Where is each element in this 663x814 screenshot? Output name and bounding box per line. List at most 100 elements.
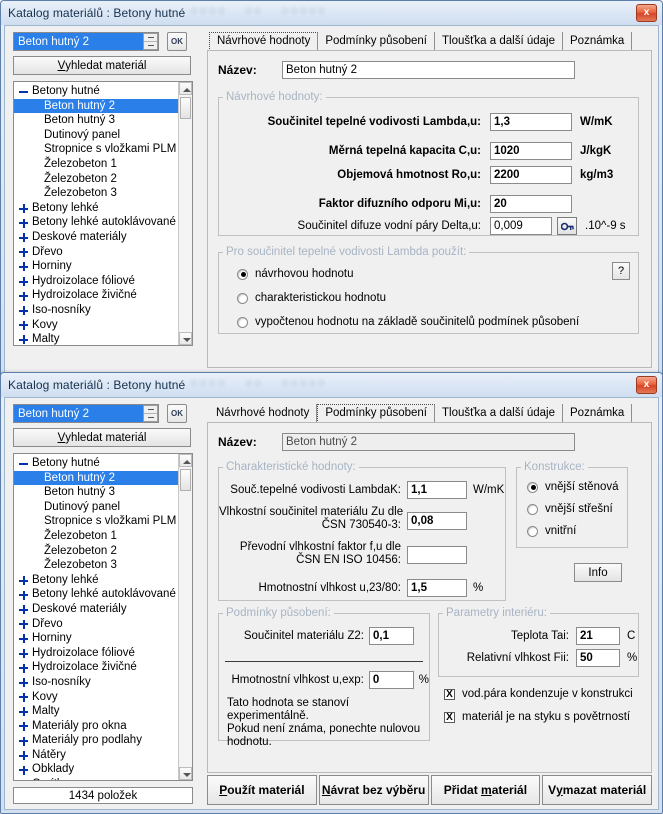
input-zu[interactable]: 0,08: [407, 512, 467, 530]
tree-item[interactable]: Beton hutný 2: [14, 470, 178, 486]
tree-item[interactable]: Dřevo: [14, 245, 178, 260]
plus-icon[interactable]: [18, 677, 29, 688]
radio-characteristic-value[interactable]: charakteristickou hodnotu: [237, 292, 386, 304]
tree-item[interactable]: Obklady: [14, 762, 178, 777]
plus-icon[interactable]: [18, 261, 29, 272]
tree-item[interactable]: Betony lehké autoklávované: [14, 587, 178, 602]
plus-icon[interactable]: [18, 618, 29, 629]
tree-item[interactable]: Hydroizolace fóliové: [14, 646, 178, 661]
tab-tlou-ka-a-dal-daje[interactable]: Tloušťka a další údaje: [435, 404, 563, 423]
tree-item[interactable]: Deskové materiály: [14, 602, 178, 617]
tree-item[interactable]: Beton hutný 3: [14, 113, 178, 128]
tree-item[interactable]: Hydroizolace fóliové: [14, 274, 178, 289]
key-icon[interactable]: [557, 217, 577, 235]
plus-icon[interactable]: [18, 648, 29, 659]
tree-item[interactable]: Iso-nosníky: [14, 303, 178, 318]
close-button-window2[interactable]: x: [636, 376, 657, 394]
material-tree-window2[interactable]: Betony hutné Beton hutný 2 Beton hutný 3 Du…: [13, 453, 193, 781]
material-combo-window1[interactable]: Beton hutný 2: [13, 32, 159, 51]
tree-item[interactable]: Železobeton 2: [14, 544, 178, 559]
input-fii[interactable]: 50: [576, 649, 620, 667]
plus-icon[interactable]: [18, 319, 29, 330]
material-tree-window1[interactable]: Betony hutné Beton hutný 2 Beton hutný 3 Du…: [13, 81, 193, 346]
radio-exterior-roof[interactable]: vnější střešní: [527, 503, 613, 515]
input-u2380[interactable]: 1,5: [407, 579, 467, 597]
tree-item[interactable]: Horniny: [14, 259, 178, 274]
spinner-up-down-icon-window1[interactable]: [143, 33, 158, 50]
tree-item[interactable]: Omítky: [14, 777, 178, 780]
tree-item[interactable]: Beton hutný 2: [14, 98, 178, 114]
name-input-window2[interactable]: Beton hutný 2: [282, 433, 575, 451]
plus-icon[interactable]: [18, 276, 29, 287]
plus-icon[interactable]: [18, 246, 29, 257]
plus-icon[interactable]: [18, 604, 29, 615]
ok-button-window2[interactable]: OK: [167, 404, 187, 423]
plus-icon[interactable]: [18, 232, 29, 243]
tab-podm-nky-p-soben[interactable]: Podmínky působení: [317, 404, 435, 423]
tab-pozn-mka[interactable]: Poznámka: [563, 32, 633, 51]
radio-exterior-wall[interactable]: vnější stěnová: [527, 481, 619, 493]
tree-item[interactable]: Hydroizolace živičné: [14, 288, 178, 303]
radio-design-value[interactable]: návrhovou hodnotu: [237, 268, 353, 280]
input-delta-u[interactable]: 0,009: [490, 217, 552, 235]
spinner-up-down-icon-window2[interactable]: [143, 405, 158, 422]
scroll-down-arrow-icon-window1[interactable]: [179, 332, 192, 345]
titlebar-window2[interactable]: Katalog materiálů : Betony hutné oooo oo…: [1, 373, 662, 397]
radio-computed-value[interactable]: vypočtenou hodnotu na základě součinitel…: [237, 316, 579, 328]
scroll-down-arrow-icon-window2[interactable]: [179, 767, 192, 780]
tree-item[interactable]: Dutinový panel: [14, 128, 178, 143]
plus-icon[interactable]: [18, 334, 29, 345]
tab-pozn-mka[interactable]: Poznámka: [563, 404, 633, 423]
tabstrip-window1[interactable]: Návrhové hodnoty Podmínky působení Tloušťk…: [209, 31, 652, 51]
input-ro-u[interactable]: 2200: [490, 166, 572, 184]
tree-item[interactable]: Kovy: [14, 690, 178, 705]
material-combo-window2[interactable]: Beton hutný 2: [13, 404, 159, 423]
scroll-up-arrow-icon-window2[interactable]: [179, 454, 192, 467]
plus-icon[interactable]: [18, 735, 29, 746]
tree-item[interactable]: Malty: [14, 704, 178, 719]
tree-item[interactable]: Deskové materiály: [14, 230, 178, 245]
ok-button-window1[interactable]: OK: [167, 32, 187, 51]
tree-item[interactable]: Betony lehké: [14, 573, 178, 588]
material-tree-list-window1[interactable]: Betony hutné Beton hutný 2 Beton hutný 3 Du…: [14, 84, 178, 345]
input-c-u[interactable]: 1020: [490, 142, 572, 160]
input-fu[interactable]: [407, 546, 467, 564]
tree-item[interactable]: Stropnice s vložkami PLM: [14, 514, 178, 529]
checkbox-weather-contact[interactable]: X materiál je na styku s povětrností: [444, 711, 630, 723]
plus-icon[interactable]: [18, 575, 29, 586]
input-lambda-k[interactable]: 1,1: [407, 481, 467, 499]
plus-icon[interactable]: [18, 633, 29, 644]
plus-icon[interactable]: [18, 706, 29, 717]
add-material-button[interactable]: Přidat m ateriál: [430, 775, 541, 805]
name-input-window1[interactable]: Beton hutný 2: [282, 61, 575, 79]
search-material-button-window1[interactable]: Vyhledat materiál: [13, 56, 191, 75]
plus-icon[interactable]: [18, 750, 29, 761]
plus-icon[interactable]: [18, 779, 29, 780]
input-z2[interactable]: 0,1: [369, 627, 414, 645]
tree-item[interactable]: Betony hutné: [14, 456, 178, 471]
tree-item[interactable]: Železobeton 3: [14, 186, 178, 201]
tree-item[interactable]: Železobeton 2: [14, 172, 178, 187]
tree-item[interactable]: Hydroizolace živičné: [14, 660, 178, 675]
tree-item[interactable]: Betony hutné: [14, 84, 178, 99]
plus-icon[interactable]: [18, 764, 29, 775]
plus-icon[interactable]: [18, 589, 29, 600]
input-lambda-u[interactable]: 1,3: [490, 113, 572, 131]
input-mi-u[interactable]: 20: [490, 195, 572, 213]
input-uexp[interactable]: 0: [368, 671, 414, 689]
help-button-lambda[interactable]: ?: [612, 262, 630, 280]
close-button-window1[interactable]: x: [636, 4, 657, 22]
tree-item[interactable]: Dutinový panel: [14, 500, 178, 515]
tree-item[interactable]: Stropnice s vložkami PLM: [14, 142, 178, 157]
tree-item[interactable]: Betony lehké: [14, 201, 178, 216]
tree-item[interactable]: Materiály pro okna: [14, 719, 178, 734]
tree-item[interactable]: Materiály pro podlahy: [14, 733, 178, 748]
use-material-button[interactable]: Použít materiál: [207, 775, 317, 805]
plus-icon[interactable]: [18, 290, 29, 301]
tab-tlou-ka-a-dal-daje[interactable]: Tloušťka a další údaje: [435, 32, 563, 51]
tree-item[interactable]: Betony lehké autoklávované: [14, 215, 178, 230]
tree-item[interactable]: Železobeton 3: [14, 558, 178, 573]
tree-item[interactable]: Kovy: [14, 318, 178, 333]
scroll-up-arrow-icon-window1[interactable]: [179, 82, 192, 95]
plus-icon[interactable]: [18, 720, 29, 731]
